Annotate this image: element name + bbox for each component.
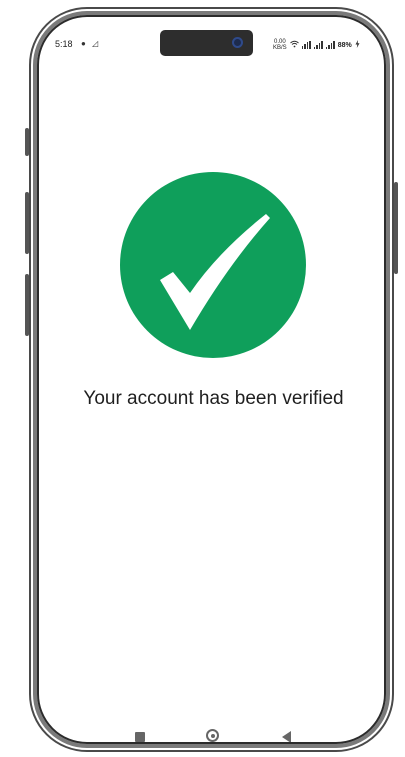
- home-button[interactable]: [206, 729, 219, 742]
- status-bar: 5:18 ● ◿ 0.00 KB/S 88%: [39, 17, 384, 57]
- back-button[interactable]: [282, 731, 291, 742]
- signal-icon: [313, 41, 323, 49]
- wifi-icon: [289, 40, 299, 50]
- recents-button[interactable]: [135, 732, 145, 742]
- notification-dot-icon: ●: [81, 39, 88, 48]
- status-right-icons: 0.00 KB/S 88%: [273, 39, 360, 51]
- battery-percent: 88%: [337, 41, 352, 49]
- volte-icon: [301, 41, 311, 49]
- status-left-icons: ● ◿: [81, 39, 100, 48]
- network-speed: 0.00 KB/S: [273, 39, 287, 51]
- camera-notch: [160, 30, 253, 56]
- verification-message: Your account has been verified: [83, 388, 344, 409]
- charging-icon: [355, 40, 360, 50]
- network-speed-unit: KB/S: [273, 45, 287, 51]
- network-off-icon: ◿: [92, 39, 101, 48]
- power-button: [394, 182, 398, 274]
- signal-icon: [325, 41, 335, 49]
- verified-badge: [120, 172, 306, 358]
- screen: 5:18 ● ◿ 0.00 KB/S 88% Your account has …: [0, 0, 405, 757]
- checkmark-icon: [160, 214, 270, 330]
- phone-display: 5:18 ● ◿ 0.00 KB/S 88% Your account has …: [37, 15, 386, 744]
- status-time: 5:18: [55, 39, 73, 49]
- front-camera-icon: [232, 37, 243, 48]
- navigation-bar: [39, 720, 384, 742]
